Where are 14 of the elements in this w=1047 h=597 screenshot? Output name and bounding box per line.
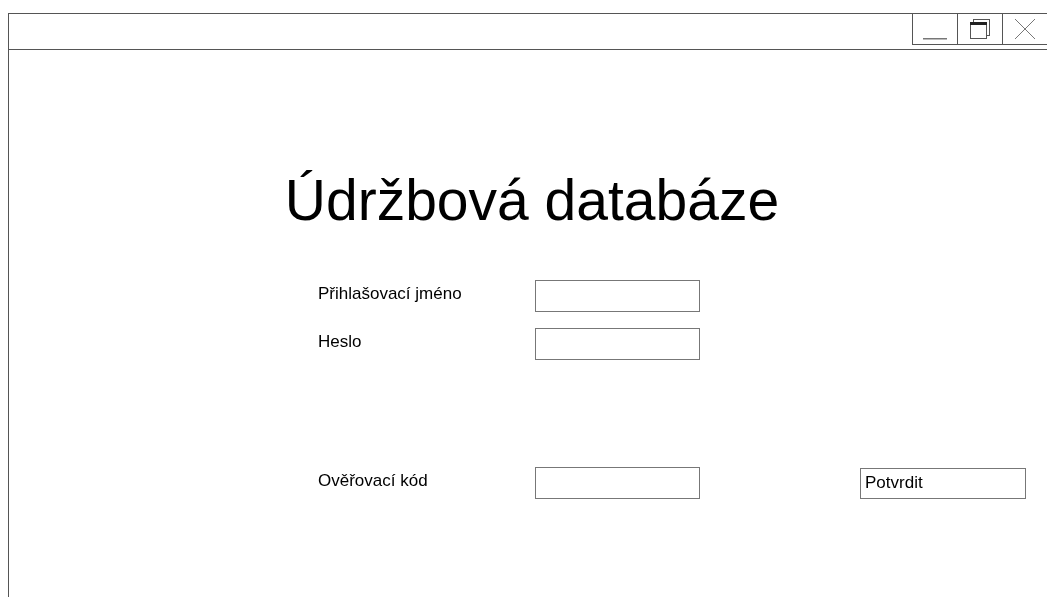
field-label: Přihlašovací jméno	[318, 283, 463, 306]
minimize-button[interactable]	[912, 14, 957, 45]
confirm-button[interactable]: Potvrdit	[860, 467, 1026, 499]
field-label: Ověřovací kód	[318, 470, 429, 493]
input-field[interactable]	[535, 328, 700, 360]
field-label: Heslo	[318, 331, 363, 354]
input-field[interactable]	[535, 280, 700, 312]
close-button[interactable]	[1002, 14, 1047, 45]
input-field[interactable]	[535, 467, 700, 499]
minimize-icon	[923, 38, 947, 40]
maximize-icon	[969, 18, 991, 40]
app-title: Údržbová databáze	[283, 168, 781, 232]
maximize-button[interactable]	[957, 14, 1002, 45]
close-icon	[1014, 18, 1036, 40]
